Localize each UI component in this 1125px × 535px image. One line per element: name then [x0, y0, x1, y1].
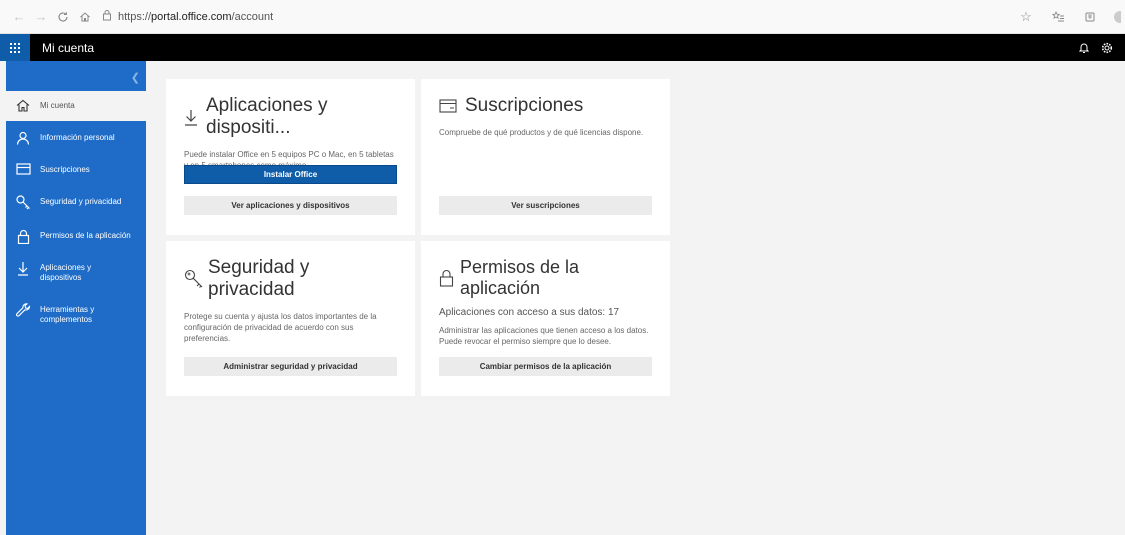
card-apps: Aplicaciones y dispositi... Puede instal… — [166, 79, 415, 235]
card-permissions-title: Permisos de la aplicación — [439, 257, 652, 299]
apps-access-count: Aplicaciones con acceso a sus datos: 17 — [439, 307, 620, 318]
card-title-text: Permisos de la aplicación — [460, 257, 580, 298]
view-apps-button[interactable]: Ver aplicaciones y dispositivos — [184, 196, 397, 215]
collections-icon[interactable] — [1079, 6, 1101, 28]
change-permissions-button[interactable]: Cambiar permisos de la aplicación — [439, 357, 652, 376]
manage-security-button[interactable]: Administrar seguridad y privacidad — [184, 357, 397, 376]
profile-icon[interactable] — [1111, 6, 1121, 28]
download-icon — [12, 259, 34, 276]
back-icon[interactable]: ← — [8, 6, 30, 28]
collapse-icon[interactable]: ❮ — [131, 71, 140, 84]
sidebar-item-informacion-personal[interactable]: Información personal — [6, 129, 146, 153]
person-icon — [12, 129, 34, 145]
lock-icon — [12, 227, 34, 244]
home-browser-icon[interactable] — [74, 6, 96, 28]
sidebar-item-seguridad[interactable]: Seguridad y privacidad — [6, 193, 146, 219]
sidebar-item-label: Permisos de la aplicación — [40, 231, 131, 240]
url-text: https://portal.office.com/account — [118, 11, 273, 23]
bell-icon[interactable] — [1079, 42, 1089, 54]
sidebar-item-aplicaciones[interactable]: Aplicaciones y dispositivos — [6, 259, 146, 293]
card-title-text: Seguridad y privacidad — [208, 257, 310, 300]
card-subscriptions-title: Suscripciones — [439, 95, 652, 117]
install-office-button[interactable]: Instalar Office — [184, 165, 397, 184]
sidebar-item-label: Herramientas y complementos — [40, 305, 95, 324]
browser-toolbar: ← → https://portal.office.com/account ☆ — [0, 0, 1125, 34]
card-description: Protege su cuenta y ajusta los datos imp… — [184, 312, 377, 343]
sidebar-item-suscripciones[interactable]: Suscripciones — [6, 161, 146, 185]
key-icon — [184, 269, 204, 289]
card-permissions: Permisos de la aplicación Aplicaciones c… — [421, 241, 670, 396]
card-subscriptions: Suscripciones Compruebe de qué productos… — [421, 79, 670, 235]
card-title-text: Suscripciones — [465, 95, 584, 116]
view-subscriptions-button[interactable]: Ver suscripciones — [439, 196, 652, 215]
gear-icon[interactable] — [1101, 42, 1113, 54]
lock-url-icon — [102, 8, 112, 26]
card-icon — [439, 99, 457, 113]
sidebar-item-label: Información personal — [40, 133, 115, 142]
sidebar-item-permisos[interactable]: Permisos de la aplicación — [6, 227, 146, 251]
url-path: /account — [231, 10, 274, 23]
sidebar-item-label: Seguridad y privacidad — [40, 197, 122, 206]
wrench-icon — [12, 301, 34, 318]
card-description: Compruebe de qué productos y de qué lice… — [439, 128, 644, 137]
key-icon — [12, 193, 34, 210]
card-icon — [12, 161, 34, 175]
sidebar-item-label: Suscripciones — [40, 165, 90, 174]
card-description: Administrar las aplicaciones que tienen … — [439, 326, 649, 346]
sidebar-item-herramientas[interactable]: Herramientas y complementos — [6, 301, 146, 331]
card-title-text: Aplicaciones y dispositi... — [206, 95, 328, 138]
card-security-title: Seguridad y privacidad — [184, 257, 397, 301]
refresh-icon[interactable] — [52, 6, 74, 28]
card-apps-title: Aplicaciones y dispositi... — [184, 95, 397, 139]
download-icon — [184, 109, 198, 126]
sidebar-item-label: Mi cuenta — [40, 101, 75, 110]
office-header: Mi cuenta — [0, 34, 1125, 61]
lock-icon — [439, 269, 454, 287]
sidebar: ❮ Mi cuenta Información personal Suscrip… — [6, 61, 146, 535]
header-title: Mi cuenta — [42, 40, 95, 55]
home-icon — [12, 91, 34, 112]
sidebar-item-mi-cuenta[interactable]: Mi cuenta — [6, 91, 146, 121]
address-bar[interactable]: https://portal.office.com/account — [102, 8, 273, 26]
url-host: portal.office.com — [151, 10, 232, 23]
sidebar-item-label: Aplicaciones y dispositivos — [40, 263, 92, 282]
url-prefix: https:// — [118, 10, 152, 23]
app-launcher-icon[interactable] — [0, 34, 30, 61]
forward-icon[interactable]: → — [30, 6, 52, 28]
star-icon[interactable]: ☆ — [1015, 6, 1037, 28]
card-security: Seguridad y privacidad Protege su cuenta… — [166, 241, 415, 396]
favorites-icon[interactable] — [1047, 6, 1069, 28]
